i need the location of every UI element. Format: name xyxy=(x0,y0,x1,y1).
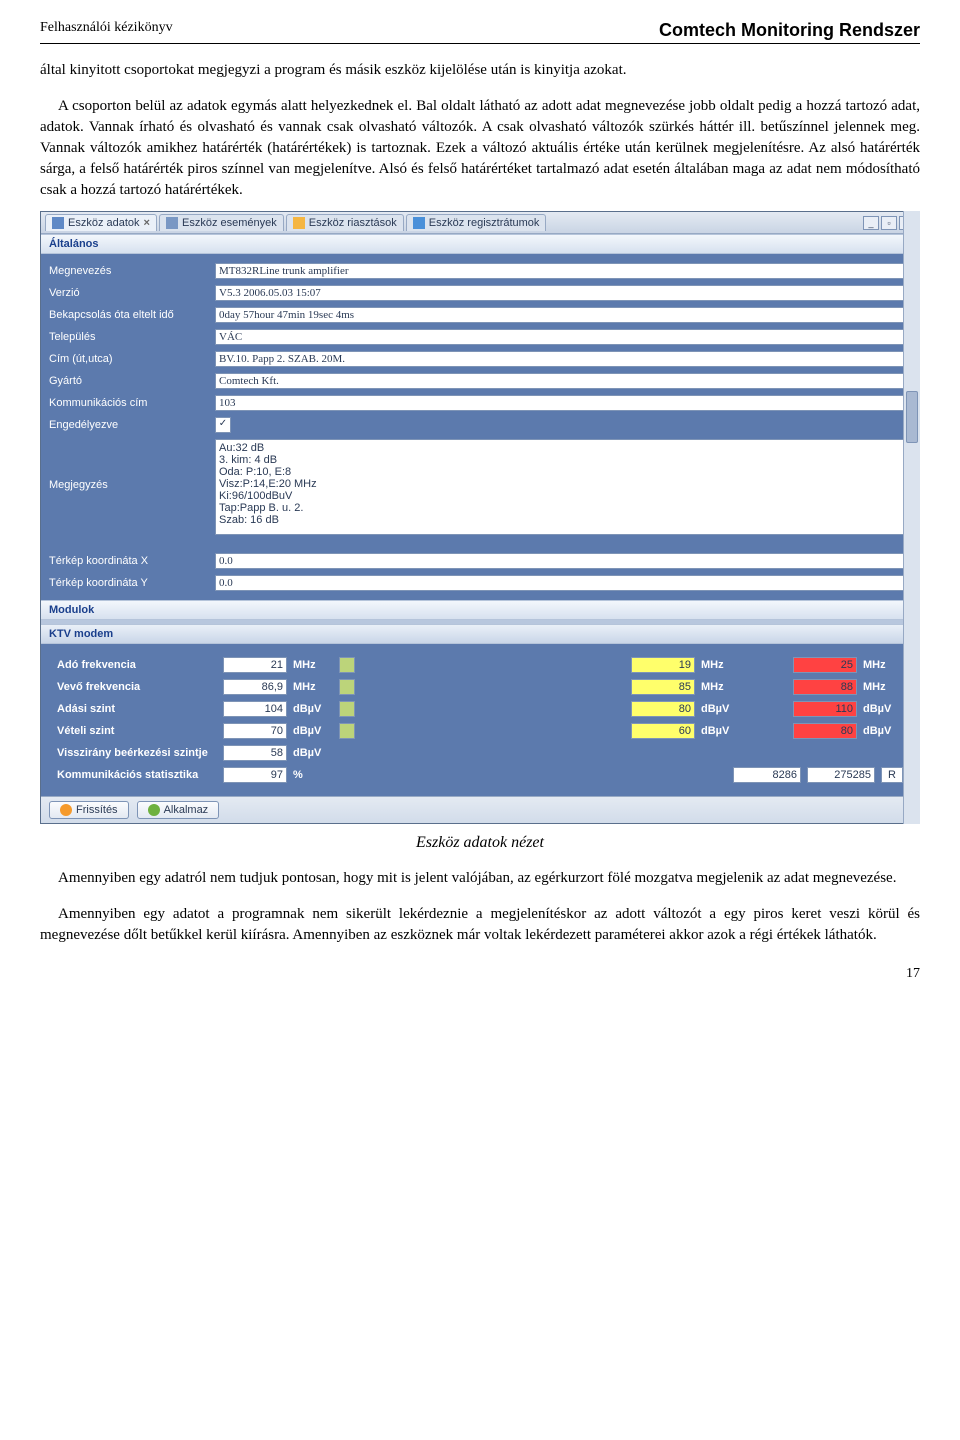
chart-icon[interactable] xyxy=(339,701,355,717)
paragraph-1: által kinyitott csoportokat megjegyzi a … xyxy=(40,60,920,81)
field-vissz[interactable]: 58 xyxy=(223,745,287,761)
field-vevofr-lo[interactable]: 85 xyxy=(631,679,695,695)
field-kommstat[interactable]: 97 xyxy=(223,767,287,783)
field-veteli-hi[interactable]: 80 xyxy=(793,723,857,739)
label-adofr: Adó frekvencia xyxy=(57,659,217,671)
chart-icon[interactable] xyxy=(339,723,355,739)
device-icon xyxy=(52,217,64,229)
label-koordx: Térkép koordináta X xyxy=(49,555,209,567)
scrollbar-thumb[interactable] xyxy=(906,391,918,443)
tab-device-data[interactable]: Eszköz adatok × xyxy=(45,214,157,231)
field-koordy[interactable]: 0.0 xyxy=(215,575,911,591)
minimize-icon[interactable]: _ xyxy=(863,216,879,230)
paragraph-3: Amennyiben egy adatról nem tudjuk pontos… xyxy=(40,868,920,889)
apply-icon xyxy=(148,804,160,816)
ktv-form: Adó frekvencia21MHz19MHz25MHz Vevő frekv… xyxy=(41,644,919,796)
section-modulok[interactable]: Modulok ⌃ xyxy=(41,600,919,620)
chart-icon xyxy=(413,217,425,229)
label-verzio: Verzió xyxy=(49,287,209,299)
field-veteli-lo[interactable]: 60 xyxy=(631,723,695,739)
tab-device-alerts[interactable]: Eszköz riasztások xyxy=(286,214,404,231)
label-komm: Kommunikációs cím xyxy=(49,397,209,409)
scrollbar[interactable] xyxy=(903,211,920,824)
tab-device-events[interactable]: Eszköz események xyxy=(159,214,284,231)
refresh-icon xyxy=(60,804,72,816)
label-uptime: Bekapcsolás óta eltelt idő xyxy=(49,309,209,321)
field-adofr-hi[interactable]: 25 xyxy=(793,657,857,673)
page-number: 17 xyxy=(40,966,920,982)
apply-button[interactable]: Alkalmaz xyxy=(137,801,220,819)
paragraph-4: Amennyiben egy adatot a programnak nem s… xyxy=(40,904,920,946)
refresh-button[interactable]: Frissítés xyxy=(49,801,129,819)
field-adofr-lo[interactable]: 19 xyxy=(631,657,695,673)
tab-device-regs[interactable]: Eszköz regisztrátumok xyxy=(406,214,547,231)
label-engedelyezve: Engedélyezve xyxy=(49,419,209,431)
label-megjegyzes: Megjegyzés xyxy=(49,479,209,491)
field-vevofr-hi[interactable]: 88 xyxy=(793,679,857,695)
label-veteli: Vételi szint xyxy=(57,725,217,737)
field-telepules[interactable]: VÁC xyxy=(215,329,911,345)
field-verzio: V5.3 2006.05.03 15:07 xyxy=(215,285,911,301)
label-telepules: Település xyxy=(49,331,209,343)
field-veteli[interactable]: 70 xyxy=(223,723,287,739)
field-megjegyzes[interactable]: Au:32 dB 3. kim: 4 dB Oda: P:10, E:8 Vis… xyxy=(215,439,911,535)
label-vissz: Visszirány beérkezési szintje xyxy=(57,747,217,759)
field-adasi[interactable]: 104 xyxy=(223,701,287,717)
reset-button[interactable]: R xyxy=(881,767,903,783)
paragraph-2: A csoporton belül az adatok egymás alatt… xyxy=(40,96,920,201)
label-adasi: Adási szint xyxy=(57,703,217,715)
field-komm[interactable]: 103 xyxy=(215,395,911,411)
header-left: Felhasználói kézikönyv xyxy=(40,20,173,41)
button-bar: Frissítés Alkalmaz xyxy=(41,796,919,823)
label-megnevezes: Megnevezés xyxy=(49,265,209,277)
label-gyarto: Gyártó xyxy=(49,375,209,387)
maximize-icon[interactable]: ▫ xyxy=(881,216,897,230)
general-form: Megnevezés MT832RLine trunk amplifier Ver… xyxy=(41,254,919,600)
events-icon xyxy=(166,217,178,229)
header-right: Comtech Monitoring Rendszer xyxy=(659,20,920,41)
field-adasi-lo[interactable]: 80 xyxy=(631,701,695,717)
field-adofr[interactable]: 21 xyxy=(223,657,287,673)
label-koordy: Térkép koordináta Y xyxy=(49,577,209,589)
field-vevofr[interactable]: 86,9 xyxy=(223,679,287,695)
close-icon[interactable]: × xyxy=(144,217,150,229)
figure-caption: Eszköz adatok nézet xyxy=(40,834,920,852)
app-window: Eszköz adatok × Eszköz események Eszköz … xyxy=(40,211,920,824)
field-koordx[interactable]: 0.0 xyxy=(215,553,911,569)
label-kommstat: Kommunikációs statisztika xyxy=(57,769,217,781)
field-adasi-hi[interactable]: 110 xyxy=(793,701,857,717)
label-vevofr: Vevő frekvencia xyxy=(57,681,217,693)
checkbox-engedelyezve[interactable]: ✓ xyxy=(215,417,231,433)
section-general[interactable]: Általános ⌃ xyxy=(41,234,919,254)
chart-icon[interactable] xyxy=(339,657,355,673)
tab-bar: Eszköz adatok × Eszköz események Eszköz … xyxy=(41,212,919,234)
section-ktv[interactable]: KTV modem ⌃ xyxy=(41,624,919,644)
chart-icon[interactable] xyxy=(339,679,355,695)
warn-icon xyxy=(293,217,305,229)
field-kommstat-err: 275285 xyxy=(807,767,875,783)
field-megnevezes: MT832RLine trunk amplifier xyxy=(215,263,911,279)
field-uptime: 0day 57hour 47min 19sec 4ms xyxy=(215,307,911,323)
field-cim[interactable]: BV.10. Papp 2. SZAB. 20M. xyxy=(215,351,911,367)
field-kommstat-ok: 8286 xyxy=(733,767,801,783)
label-cim: Cím (út,utca) xyxy=(49,353,209,365)
field-gyarto: Comtech Kft. xyxy=(215,373,911,389)
